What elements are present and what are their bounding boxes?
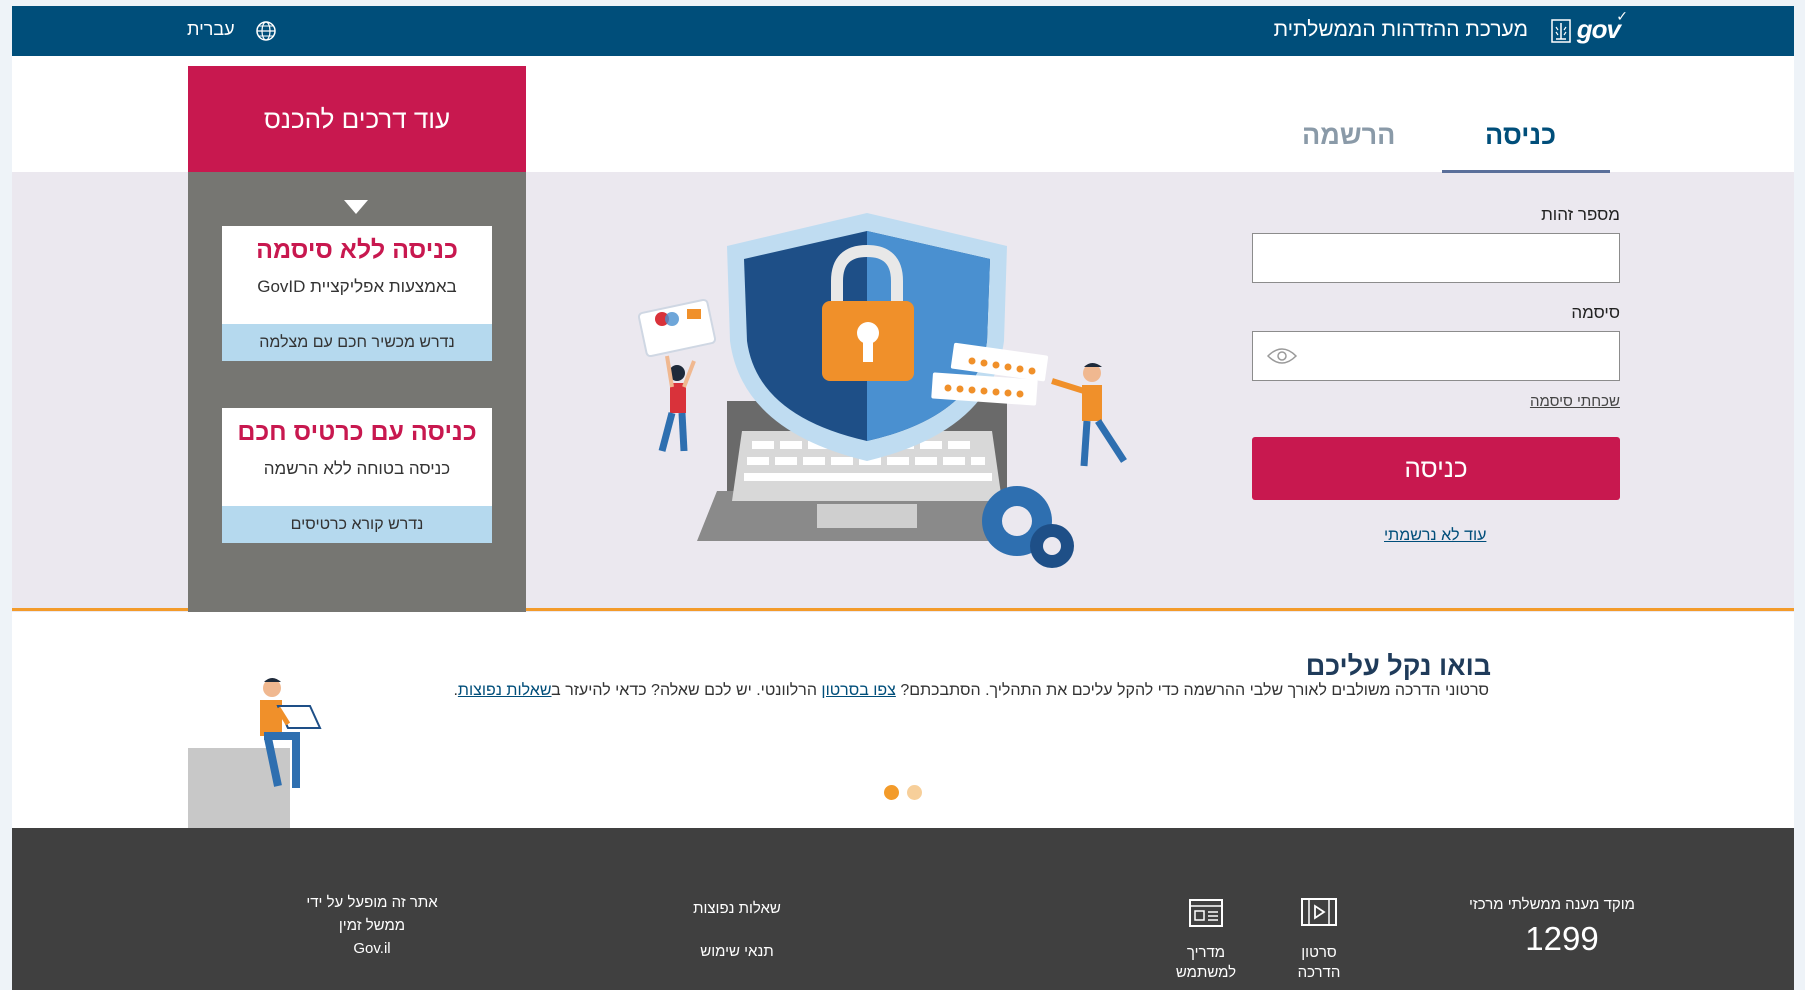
card-title: כניסה ללא סיסמה [256,236,458,264]
password-input[interactable] [1252,331,1620,381]
card-title: כניסה עם כרטיס חכם [237,418,477,446]
carousel-dot[interactable] [907,785,922,800]
help-text-part: הרלוונטי. יש לכם שאלה? כדאי להיעזר ב [551,682,822,699]
video-guide-label[interactable]: סרטון הדרכה [1279,943,1359,983]
tab-login[interactable]: כניסה [1485,120,1556,151]
password-label: סיסמה [1571,303,1620,322]
id-number-input[interactable] [1252,233,1620,283]
top-bar: מערכת ההזדהות הממשלתית gov ✓ עברית [12,6,1794,56]
smart-card-login-card[interactable]: כניסה עם כרטיס חכם כניסה בטוחה ללא הרשמה… [222,408,492,543]
security-illustration [637,213,1127,568]
language-selector[interactable]: עברית [187,19,235,40]
globe-icon[interactable] [255,20,277,42]
forgot-password-link[interactable]: שכחתי סיסמה [1530,393,1620,410]
operator-site[interactable]: Gov.il [282,940,462,957]
tab-register[interactable]: הרשמה [1302,120,1395,151]
card-requirement: נדרש מכשיר חכם עם מצלמה [222,324,492,361]
footer-faq-link[interactable]: שאלות נפוצות [672,900,802,917]
video-icon[interactable] [1300,896,1338,928]
footer: מוקד מענה ממשלתי מרכזי 1299 סרטון הדרכה … [12,828,1794,990]
not-registered-link[interactable]: עוד לא נרשמתי [1384,527,1486,545]
card-subtitle: באמצעות אפליקציית GovID [257,277,457,296]
gov-logo[interactable]: gov ✓ [1577,8,1628,45]
id-number-label: מספר זהות [1541,205,1620,224]
guide-icon[interactable] [1188,898,1224,928]
call-center-number[interactable]: 1299 [1507,920,1617,958]
help-title: בואו נקל עליכם [1305,651,1491,681]
faq-link[interactable]: שאלות נפוצות [458,682,552,699]
other-ways-header: עוד דרכים להכנס [188,66,526,172]
caret-down-icon [344,200,368,214]
login-button[interactable]: כניסה [1252,437,1620,500]
help-text: סרטוני הדרכה משולבים לאורך שלבי ההרשמה כ… [453,682,1489,700]
card-requirement: נדרש קורא כרטיסים [222,506,492,543]
carousel-dot-active[interactable] [884,785,899,800]
laptop-user-illustration [188,678,322,834]
active-tab-indicator [1442,170,1610,173]
passwordless-login-card[interactable]: כניסה ללא סיסמה באמצעות אפליקציית GovID … [222,226,492,361]
operator-line: ממשל זמין [338,917,406,934]
call-center-label: מוקד מענה ממשלתי מרכזי [1469,896,1635,913]
footer-terms-link[interactable]: תנאי שימוש [672,943,802,960]
help-text-part: סרטוני הדרכה משולבים לאורך שלבי ההרשמה כ… [895,682,1489,699]
watch-video-link[interactable]: צפו בסרטון [821,682,895,699]
other-ways-panel: כניסה ללא סיסמה באמצעות אפליקציית GovID … [188,172,526,612]
login-page: מערכת ההזדהות הממשלתית gov ✓ עברית כניסה … [12,6,1794,990]
state-emblem-icon [1551,19,1571,43]
eye-icon[interactable] [1266,346,1298,366]
user-guide-label[interactable]: מדריך למשתמש [1166,943,1246,983]
carousel-dots [884,785,930,805]
operator-line: אתר זה מופעל על ידי [306,894,438,911]
system-title: מערכת ההזדהות הממשלתית [1273,18,1528,41]
card-subtitle: כניסה בטוחה ללא הרשמה [263,459,451,478]
